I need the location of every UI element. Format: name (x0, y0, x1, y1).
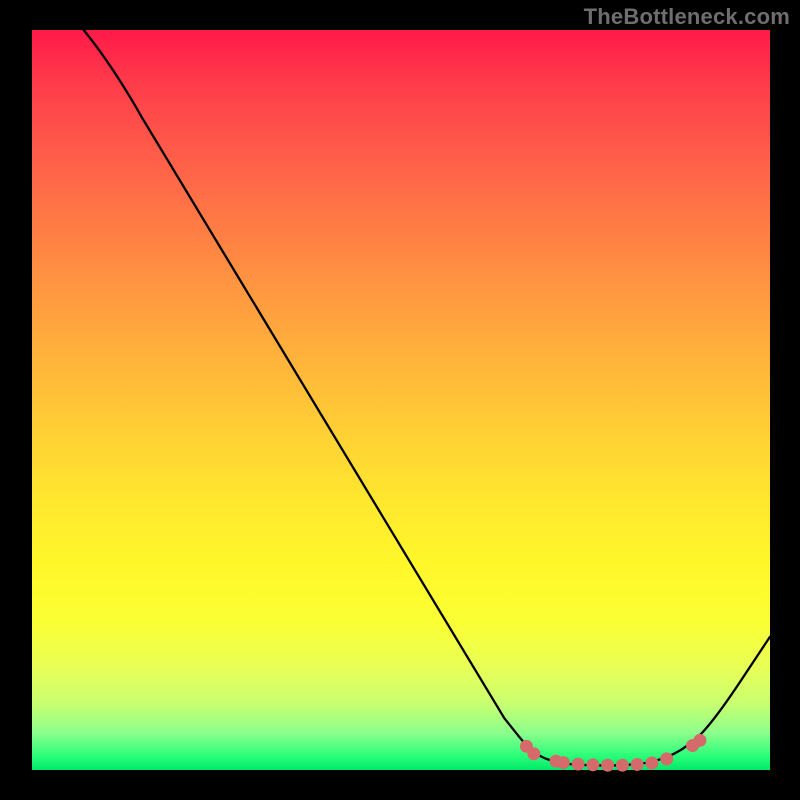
data-dot (616, 759, 629, 772)
data-dot (631, 758, 644, 771)
plot-area (32, 30, 770, 770)
data-dot (693, 734, 706, 747)
curve-line (84, 30, 770, 766)
data-dot (645, 756, 658, 769)
chart-container: TheBottleneck.com (0, 0, 800, 800)
data-dot (660, 752, 673, 765)
data-dot (557, 756, 570, 769)
data-dot (572, 758, 585, 771)
dots-group (520, 734, 706, 772)
data-dot (527, 747, 540, 760)
curve-group (84, 30, 770, 772)
data-dot (601, 759, 614, 772)
data-dot (586, 758, 599, 771)
chart-svg (32, 30, 770, 770)
watermark-text: TheBottleneck.com (584, 4, 790, 30)
